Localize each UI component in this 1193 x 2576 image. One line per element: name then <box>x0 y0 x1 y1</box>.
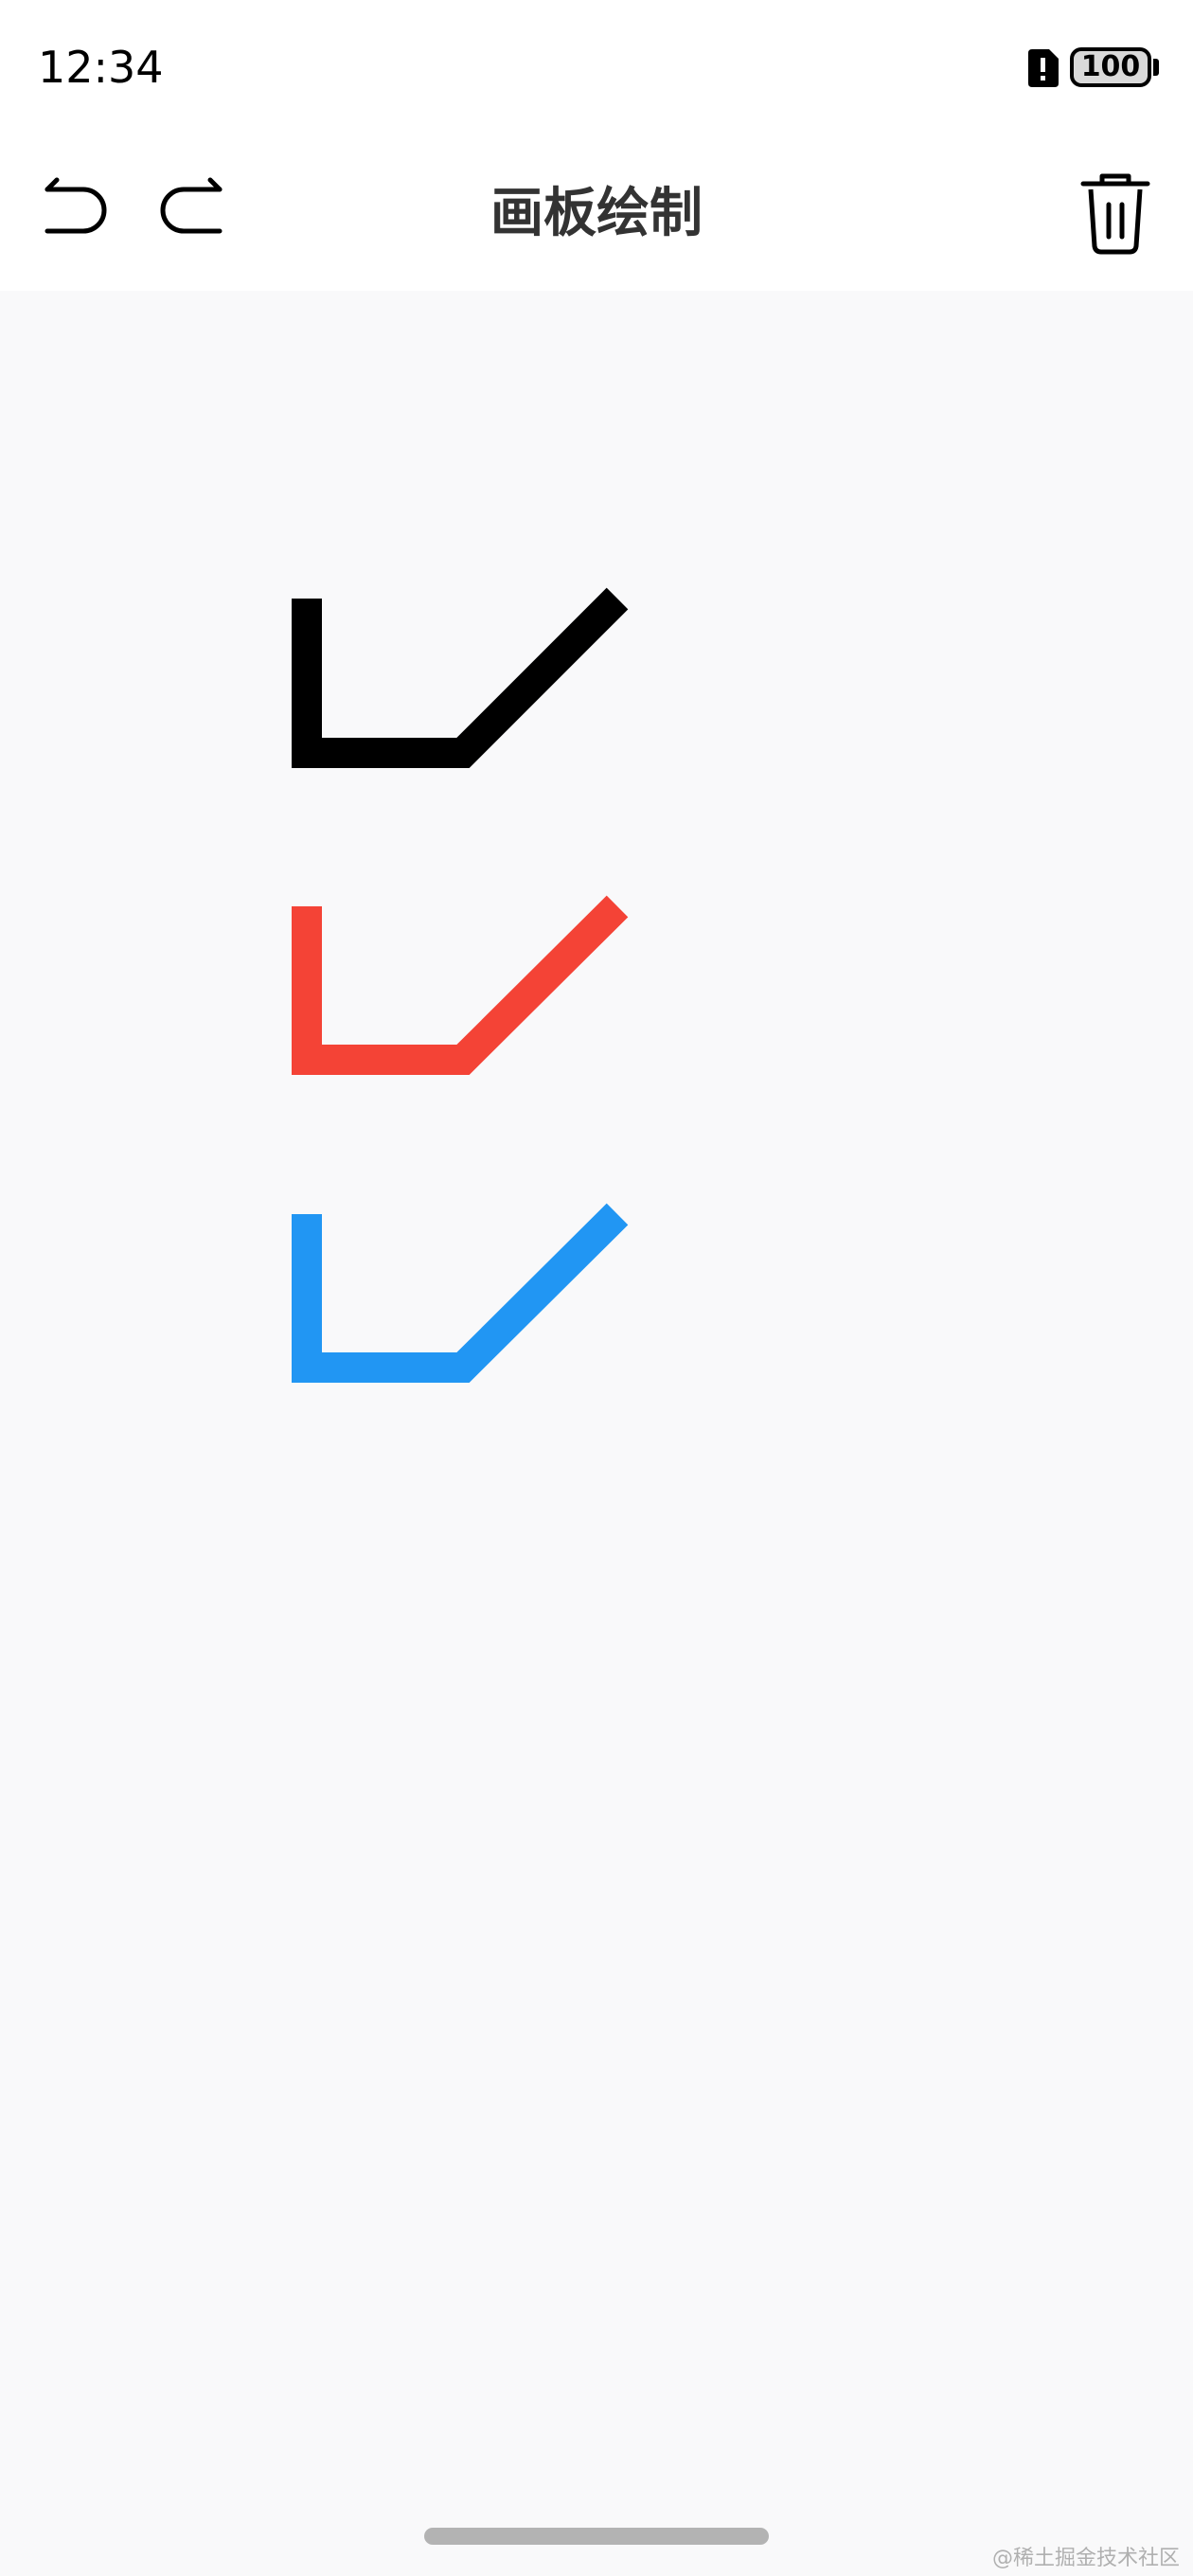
canvas-strokes <box>292 587 629 1383</box>
redo-button[interactable] <box>148 170 233 256</box>
home-indicator[interactable] <box>424 2528 769 2545</box>
undo-icon <box>45 177 107 234</box>
blue-stroke <box>292 1203 629 1383</box>
undo-button[interactable] <box>34 170 119 256</box>
red-stroke <box>292 895 629 1075</box>
status-bar: 12:34 100 <box>0 0 1193 134</box>
black-stroke <box>292 587 629 768</box>
sim-alert-icon <box>1028 49 1059 87</box>
redo-icon <box>160 177 223 234</box>
battery-cap <box>1153 59 1159 76</box>
drawing-canvas[interactable] <box>0 291 1193 2576</box>
page-title: 画板绘制 <box>490 183 703 244</box>
watermark: @稀土掘金技术社区 <box>991 2547 1180 2570</box>
status-time: 12:34 <box>38 42 164 93</box>
trash-icon <box>1080 173 1150 255</box>
battery-indicator: 100 <box>1070 47 1151 87</box>
clear-canvas-button[interactable] <box>1068 165 1163 259</box>
battery-level: 100 <box>1080 50 1141 83</box>
app-bar: 画板绘制 <box>0 134 1193 291</box>
